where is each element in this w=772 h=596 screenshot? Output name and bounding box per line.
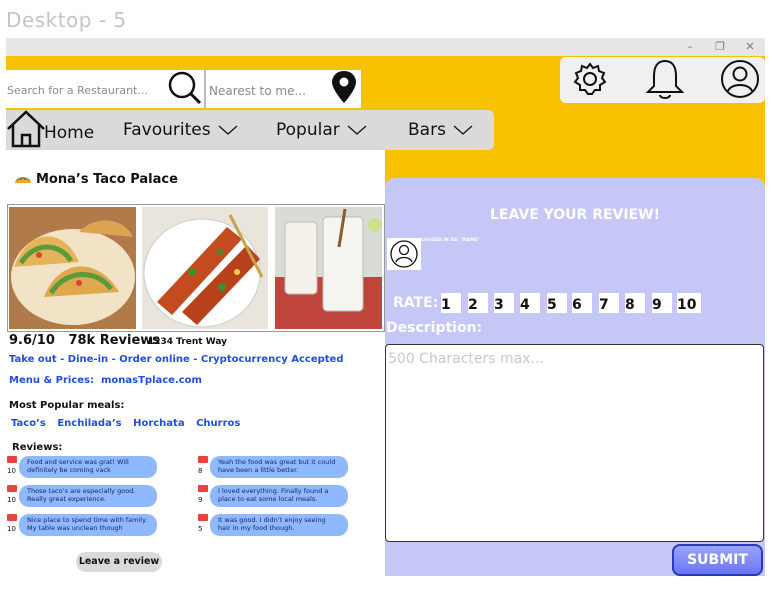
- bell-icon[interactable]: [645, 58, 685, 102]
- restore-button[interactable]: ❐: [712, 39, 728, 55]
- review-score: 10: [7, 467, 16, 475]
- meal-link[interactable]: Taco’s: [11, 418, 46, 429]
- leave-review-button[interactable]: Leave a review: [76, 552, 162, 572]
- review-icon: [7, 514, 17, 521]
- review-text: Those taco’s are especially good. Really…: [19, 485, 157, 507]
- search-placeholder: Search for a Restaurant...: [7, 84, 148, 97]
- menu-link[interactable]: Menu & Prices: monasTplace.com: [9, 375, 202, 386]
- rate-option[interactable]: 5: [547, 293, 567, 313]
- review-text: Yeah the food was great but it could hav…: [210, 456, 348, 478]
- reviews-count: 78k Reviews: [68, 333, 161, 348]
- meal-link[interactable]: Churros: [196, 418, 240, 429]
- review-item: 8 Yeah the food was great but it could h…: [198, 456, 360, 480]
- nav-home[interactable]: Home: [44, 123, 94, 143]
- rate-option[interactable]: 7: [599, 293, 619, 313]
- review-text: It was good. I didn’t enjoy seeing hair …: [210, 514, 348, 536]
- rate-option[interactable]: 3: [494, 293, 514, 313]
- review-score: 10: [7, 525, 16, 533]
- popular-meals-heading: Most Popular meals:: [9, 400, 125, 411]
- nav-bars-label: Bars: [408, 120, 446, 140]
- review-text: Nice place to spend time with family. My…: [19, 514, 157, 536]
- home-icon[interactable]: [6, 110, 46, 148]
- review-score: 5: [198, 525, 203, 533]
- logged-in-as: LOGGED IN AS: "NAME": [421, 238, 480, 243]
- review-score: 8: [198, 467, 203, 475]
- rate-option[interactable]: 9: [652, 293, 672, 313]
- restaurant-name-text: Mona’s Taco Palace: [36, 172, 178, 187]
- nav-popular[interactable]: Popular: [276, 120, 367, 140]
- nav-bars[interactable]: Bars: [408, 120, 473, 140]
- nav-favourites-label: Favourites: [123, 120, 211, 140]
- tacos-photo[interactable]: [9, 207, 136, 329]
- services: Take out - Dine-in - Order online - Cryp…: [9, 354, 344, 365]
- photo-gallery: [7, 204, 385, 332]
- description-placeholder: 500 Characters max...: [388, 351, 544, 367]
- description-label: Description:: [386, 320, 483, 336]
- review-icon: [198, 456, 208, 463]
- rating-value: 9.6/10: [9, 333, 55, 348]
- restaurant-name: Mona’s Taco Palace: [14, 172, 178, 187]
- user-icon[interactable]: [720, 59, 760, 99]
- review-text: I loved everything. Finally found a plac…: [210, 485, 348, 507]
- rate-option[interactable]: 2: [468, 293, 488, 313]
- submit-button[interactable]: SUBMIT: [672, 544, 763, 576]
- review-item: 10 Those taco’s are especially good. Rea…: [7, 485, 169, 509]
- location-placeholder: Nearest to me...: [209, 84, 306, 98]
- review-item: 9 I loved everything. Finally found a pl…: [198, 485, 360, 509]
- review-icon: [7, 456, 17, 463]
- rate-option[interactable]: 8: [625, 293, 645, 313]
- review-item: 10 Food and service was grat! Will defin…: [7, 456, 169, 480]
- window-titlebar: – ❐ ✕: [6, 38, 765, 56]
- review-icon: [198, 485, 208, 492]
- user-avatar-icon: [387, 238, 421, 270]
- popular-meals: Taco’s Enchilada’s Horchata Churros: [11, 418, 248, 429]
- description-textarea[interactable]: 500 Characters max...: [385, 344, 764, 542]
- chevron-down-icon: [347, 125, 367, 135]
- address: 1234 Trent Way: [148, 337, 227, 347]
- reviews-heading: Reviews:: [12, 442, 63, 453]
- enchiladas-photo[interactable]: [142, 207, 268, 329]
- review-item: 5 It was good. I didn’t enjoy seeing hai…: [198, 514, 360, 538]
- header-icon-panel: [560, 57, 765, 103]
- rate-option[interactable]: 6: [572, 293, 592, 313]
- chevron-down-icon: [453, 125, 473, 135]
- menu-url[interactable]: monasTplace.com: [101, 375, 202, 386]
- minimize-button[interactable]: –: [682, 39, 698, 55]
- review-item: 10 Nice place to spend time with family.…: [7, 514, 169, 538]
- review-form-title: LEAVE YOUR REVIEW!: [490, 207, 660, 223]
- rate-option[interactable]: 4: [520, 293, 540, 313]
- review-score: 9: [198, 496, 203, 504]
- rate-option[interactable]: 10: [677, 293, 701, 313]
- taco-icon: [15, 177, 31, 183]
- horchata-photo[interactable]: [275, 207, 382, 329]
- rate-label: RATE:: [393, 295, 439, 311]
- meal-link[interactable]: Horchata: [133, 418, 185, 429]
- main-nav: Home Favourites Popular Bars: [6, 110, 494, 150]
- nav-favourites[interactable]: Favourites: [123, 120, 238, 140]
- meal-link[interactable]: Enchilada’s: [57, 418, 121, 429]
- search-icon[interactable]: [166, 70, 202, 106]
- settings-icon[interactable]: [572, 61, 608, 97]
- review-text: Food and service was grat! Will definite…: [19, 456, 157, 478]
- nav-popular-label: Popular: [276, 120, 340, 140]
- location-pin-icon[interactable]: [330, 70, 358, 104]
- frame-title: Desktop - 5: [6, 8, 127, 32]
- menu-label: Menu & Prices:: [9, 375, 95, 386]
- review-icon: [7, 485, 17, 492]
- review-icon: [198, 514, 208, 521]
- review-score: 10: [7, 496, 16, 504]
- chevron-down-icon: [218, 125, 238, 135]
- rating-summary: 9.6/10 78k Reviews: [9, 333, 160, 348]
- rate-option[interactable]: 1: [441, 293, 461, 313]
- close-button[interactable]: ✕: [742, 39, 758, 55]
